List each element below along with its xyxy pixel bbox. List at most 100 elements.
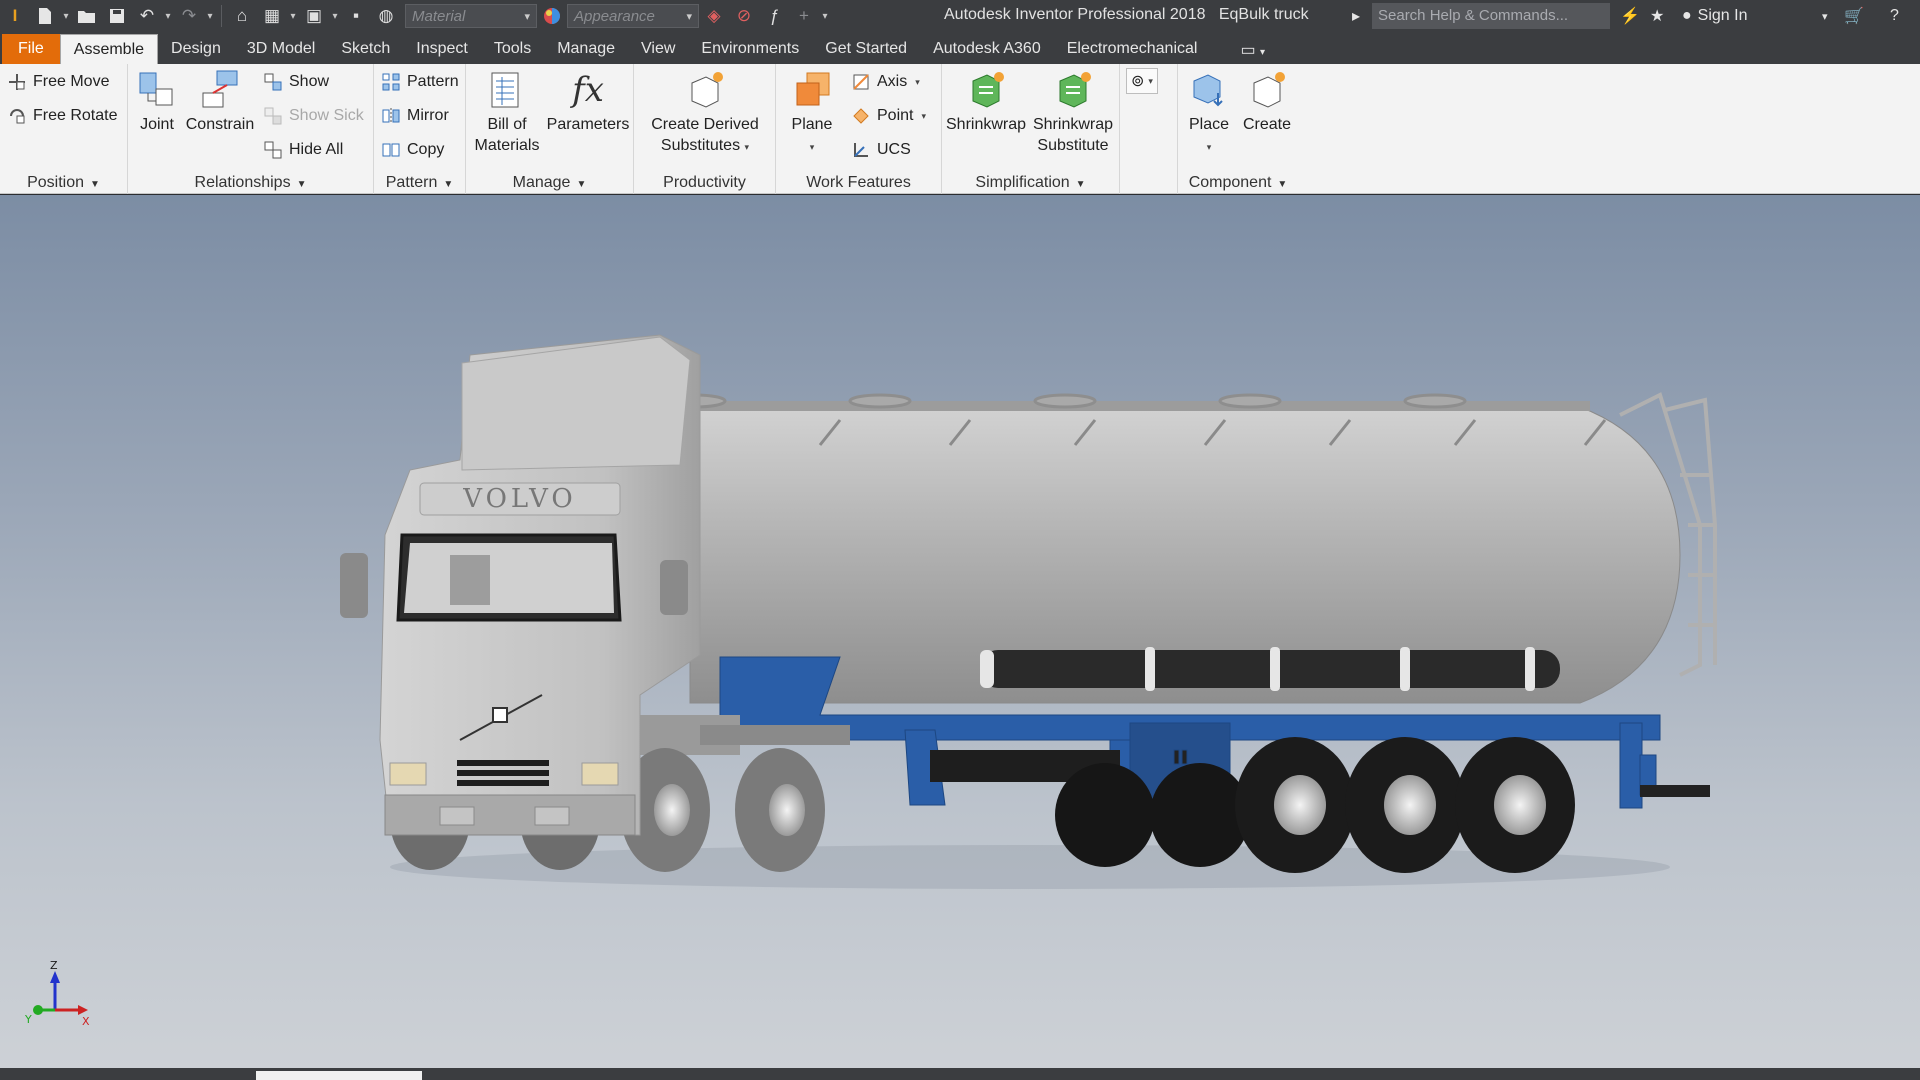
chevron-down-icon[interactable]: ▾ [162,0,174,32]
communication-icon[interactable]: ⚡ [1620,0,1640,32]
place-button[interactable]: Place ▾ [1180,68,1238,158]
tab-electromechanical[interactable]: Electromechanical [1054,34,1211,64]
manage-panel-label[interactable]: Manage ▼ [466,174,633,192]
front-bumper [384,794,636,836]
cart-icon[interactable]: 🛒 [1844,0,1864,32]
point-button[interactable]: Point ▾ [850,103,926,129]
appearance-combo[interactable]: Appearance ▾ [567,4,699,28]
ribbon-tabs: File Assemble Design 3D Model Sketch Ins… [0,32,1920,64]
favorites-icon[interactable]: ★ [1650,0,1664,32]
tab-assemble[interactable]: Assemble [59,34,159,64]
bill-of-materials-button[interactable]: Bill of Materials [472,68,542,156]
tab-get-started[interactable]: Get Started [812,34,920,64]
constrain-button[interactable]: Constrain [182,68,258,135]
redo-icon[interactable]: ↷ [174,0,204,32]
clear-appearance-icon[interactable]: ⊘ [729,0,759,32]
y-axis-label: Y [24,1013,32,1026]
tab-tools[interactable]: Tools [481,34,544,64]
chevron-down-icon: ▼ [90,179,100,190]
chevron-down-icon[interactable]: ▾ [60,0,72,32]
free-rotate-button[interactable]: Free Rotate [6,103,117,129]
project-icon[interactable]: ▦ [257,0,287,32]
tab-inspect[interactable]: Inspect [403,34,481,64]
relationships-label-text: Relationships [194,174,291,191]
open-folder-icon[interactable] [72,0,102,32]
material-combo[interactable]: Material ▾ [405,4,537,28]
front-grille [457,760,549,786]
update-icon[interactable]: ▪ [341,0,371,32]
ribbon: Free Move Free Rotate Position ▼ Joint Co… [0,64,1920,194]
shrinkwrap-button[interactable]: Shrinkwrap [946,68,1026,135]
create-button[interactable]: Create [1238,68,1296,135]
chevron-down-icon[interactable]: ▾ [329,0,341,32]
shrinkwrap-icon [964,68,1008,112]
selection-filter-dropdown[interactable]: ⊚ ▾ [1126,68,1158,94]
relationships-panel-label[interactable]: Relationships ▼ [128,174,373,192]
chevron-down-icon[interactable]: ▾ [1822,0,1828,32]
new-file-icon[interactable] [30,0,60,32]
parameters-button[interactable]: fx Parameters [546,68,630,135]
free-rotate-icon [6,105,28,127]
plane-button[interactable]: Plane ▾ [780,68,844,158]
joint-button[interactable]: Joint [132,68,182,135]
right-headlight [581,762,619,786]
customize-dropdown-icon[interactable]: ▾ [819,0,831,32]
ribbon-display-toggle[interactable]: ▭ ▾ [1210,34,1278,64]
shrinkwrap-sub-label-line1: Shrinkwrap [1032,116,1114,133]
save-icon[interactable] [102,0,132,32]
component-panel-label[interactable]: Component ▼ [1178,174,1298,192]
axis-button[interactable]: Axis ▾ [850,69,920,95]
z-arrowhead [50,971,60,983]
ucs-label: UCS [877,141,911,158]
chevron-down-icon[interactable]: ▾ [287,0,299,32]
tab-autodesk-a360[interactable]: Autodesk A360 [920,34,1054,64]
tab-sketch[interactable]: Sketch [328,34,403,64]
home-icon[interactable]: ⌂ [227,0,257,32]
appearance-sphere-icon[interactable] [537,0,567,32]
manage-panel: Bill of Materials fx Parameters Manage ▼ [466,64,634,194]
place-label: Place [1188,116,1230,133]
tab-environments[interactable]: Environments [688,34,812,64]
sign-in-button[interactable]: ● Sign In [1682,0,1747,32]
select-priority-icon[interactable]: ▣ [299,0,329,32]
tab-design[interactable]: Design [158,34,234,64]
pattern-button[interactable]: Pattern [380,69,459,95]
tab-manage[interactable]: Manage [544,34,628,64]
shrinkwrap-substitute-button[interactable]: Shrinkwrap Substitute [1030,68,1116,156]
plane-label: Plane [791,116,833,133]
tab-view[interactable]: View [628,34,688,64]
inventor-app-icon[interactable]: I [0,0,30,32]
plus-icon[interactable]: + [789,0,819,32]
search-arrow-icon[interactable]: ▸ [1352,0,1360,32]
chevron-down-icon: ▾ [915,76,920,87]
adjust-appearance-icon[interactable]: ◈ [699,0,729,32]
tab-3d-model[interactable]: 3D Model [234,34,328,64]
undo-icon[interactable]: ↶ [132,0,162,32]
document-tab[interactable] [256,1071,422,1080]
chevron-down-icon: ▾ [1206,142,1212,152]
discharge-pipe[interactable] [980,647,1560,691]
globe-icon[interactable]: ◍ [371,0,401,32]
graphics-viewport[interactable]: VOLVO Z X Y [0,195,1920,1068]
position-panel-label[interactable]: Position ▼ [0,174,127,192]
hide-all-button[interactable]: Hide All [262,137,343,163]
help-icon[interactable]: ? [1890,0,1899,32]
search-input[interactable]: Search Help & Commands... [1372,3,1610,29]
show-sick-button[interactable]: Show Sick [262,103,364,129]
copy-button[interactable]: Copy [380,137,444,163]
create-derived-substitutes-button[interactable]: Create Derived Substitutes ▾ [638,68,772,158]
chevron-down-icon: ▾ [686,10,692,23]
simplification-panel-label[interactable]: Simplification ▼ [942,174,1119,192]
truck-model[interactable]: VOLVO Z X Y [0,195,1920,1068]
chevron-down-icon: ▾ [921,110,926,121]
free-move-button[interactable]: Free Move [6,69,109,95]
chevron-down-icon[interactable]: ▾ [204,0,216,32]
mirror-button[interactable]: Mirror [380,103,449,129]
fx-icon[interactable]: ƒ [759,0,789,32]
create-label: Create [1242,116,1292,133]
simplification-panel: Shrinkwrap Shrinkwrap Substitute Simplifi… [942,64,1120,194]
pattern-panel-label[interactable]: Pattern ▼ [374,174,465,192]
tab-file[interactable]: File [2,34,60,64]
show-button[interactable]: Show [262,69,329,95]
ucs-button[interactable]: UCS [850,137,911,163]
